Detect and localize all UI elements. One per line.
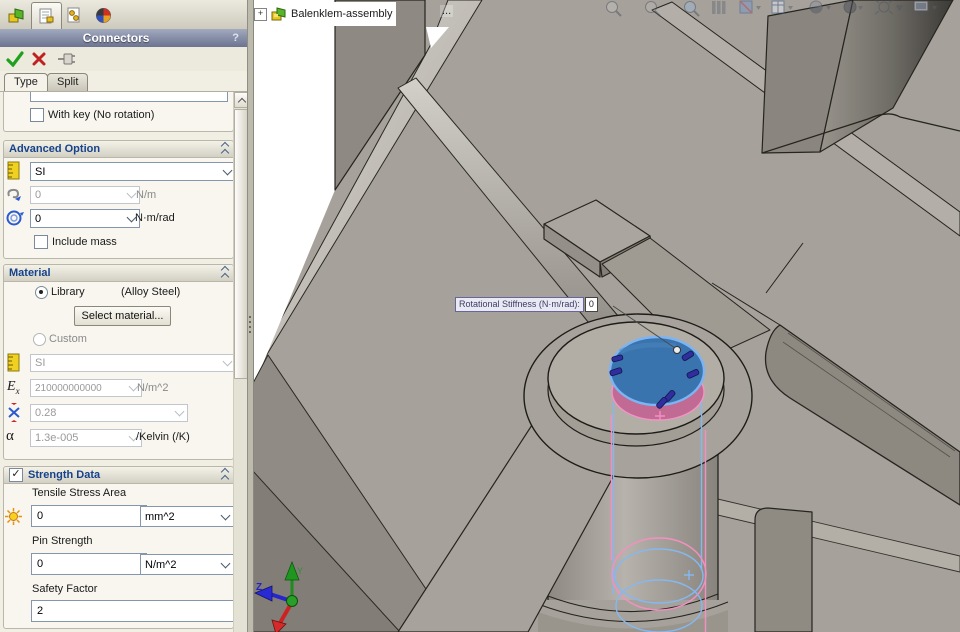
thermal-expansion-combobox: 1.3e-005 [30, 429, 142, 447]
panel-splitter[interactable] [247, 0, 254, 632]
axial-stiffness-combobox: 0 [30, 186, 140, 204]
flyout-feature-tree[interactable]: + Balenklem-assembly [254, 2, 397, 26]
elastic-modulus-value: 210000000000 [35, 382, 102, 394]
with-key-checkbox[interactable] [30, 108, 44, 122]
configurations-icon [67, 7, 80, 22]
featuremanager-tab[interactable] [2, 2, 31, 28]
material-units-combobox: SI [30, 354, 236, 372]
pin-strength-input[interactable]: 0 [31, 553, 147, 575]
tree-item-label[interactable]: Balenklem-assembly [291, 8, 392, 20]
tensile-stress-area-label: Tensile Stress Area [32, 487, 127, 499]
previous-view-icon[interactable] [712, 1, 726, 14]
strength-data-header[interactable]: ✓ Strength Data [4, 467, 233, 484]
strength-data-title: Strength Data [28, 469, 101, 481]
thermal-expansion-symbol: α [6, 428, 14, 444]
elastic-modulus-unit: N/m^2 [137, 382, 169, 394]
material-header[interactable]: Material [4, 265, 233, 282]
callout-value-field[interactable]: 0 [584, 297, 598, 312]
displaymanager-icon [96, 7, 111, 23]
propertymanager-tab[interactable] [31, 2, 62, 29]
property-manager-panel: Connectors ? Type Split With key (No rot… [0, 0, 248, 632]
help-button[interactable]: ? [232, 32, 239, 44]
rotational-stiffness-value: 0 [35, 212, 42, 225]
rotational-stiffness-icon [6, 210, 24, 226]
units-combobox[interactable]: SI [30, 162, 236, 181]
elastic-modulus-combobox: 210000000000 [30, 379, 142, 397]
rotational-stiffness-combobox[interactable]: 0 [30, 209, 140, 228]
panel-title: Connectors [82, 31, 150, 45]
safety-factor-label: Safety Factor [32, 583, 98, 595]
poisson-icon [8, 403, 20, 422]
material-units-icon [7, 353, 20, 372]
ok-button[interactable] [6, 51, 24, 67]
tab-split[interactable]: Split [47, 73, 89, 91]
features-icon [8, 7, 24, 22]
material-units-value: SI [35, 357, 46, 369]
advanced-option-title: Advanced Option [9, 143, 101, 155]
page-tab-bar: Type Split [0, 71, 247, 92]
thermal-expansion-unit: /Kelvin (/K) [136, 431, 190, 443]
collapse-icon[interactable] [220, 467, 230, 483]
units-icon [7, 161, 20, 180]
advanced-option-header[interactable]: Advanced Option [4, 141, 233, 158]
with-key-label: With key (No rotation) [48, 109, 155, 121]
assembly-icon [271, 7, 286, 21]
tree-expand-icon[interactable]: + [254, 7, 267, 21]
stiffness-callout[interactable]: Rotational Stiffness (N·m/rad): 0 [455, 297, 598, 312]
clipped-control-fragment [30, 92, 228, 102]
include-mass-label: Include mass [52, 236, 117, 248]
graphics-viewport[interactable]: Y Z [252, 0, 960, 632]
pin-strength-unit-combobox[interactable]: N/m^2 [140, 554, 234, 575]
axial-stiffness-value: 0 [35, 189, 42, 201]
solidworks-window: { "colors": { "header_grad_top": "#a2aab… [0, 0, 960, 632]
elastic-modulus-symbol: Ex [7, 379, 20, 396]
select-material-button[interactable]: Select material... [74, 306, 171, 326]
callout-anchor[interactable] [673, 346, 681, 354]
custom-label: Custom [49, 333, 87, 345]
library-label: Library [51, 286, 85, 298]
tensile-area-unit-value: mm^2 [145, 510, 175, 523]
safety-factor-input[interactable]: 2 [31, 600, 237, 622]
panel-actions [0, 47, 247, 71]
triad-z-label: Z [256, 582, 262, 593]
configurationmanager-tab[interactable] [60, 2, 89, 28]
units-value: SI [35, 165, 46, 178]
scrollbar-thumb[interactable] [234, 109, 248, 379]
tensile-stress-area-input[interactable]: 0 [31, 505, 147, 527]
axial-stiffness-unit: N/m [136, 189, 157, 201]
triad-y-label: Y [297, 566, 303, 576]
cad-model[interactable] [252, 0, 960, 632]
pin-strength-label: Pin Strength [32, 535, 93, 547]
tensile-area-icon [5, 508, 22, 525]
scrollbar-up-button[interactable] [234, 92, 248, 108]
pin-button[interactable] [56, 51, 76, 67]
collapse-icon[interactable] [220, 265, 230, 281]
rotational-stiffness-unit: N·m/rad [135, 212, 175, 224]
axial-stiffness-icon [7, 188, 21, 201]
poisson-value: 0.28 [35, 407, 57, 419]
tree-more-button[interactable]: ... [440, 5, 454, 17]
include-mass-checkbox[interactable] [34, 235, 48, 249]
displaymanager-tab[interactable] [89, 2, 118, 28]
panel-header: Connectors ? [0, 29, 247, 47]
library-value: (Alloy Steel) [121, 286, 181, 298]
thermal-expansion-value: 1.3e-005 [35, 432, 79, 444]
propertymanager-icon [39, 8, 54, 23]
strength-data-checkbox[interactable]: ✓ [9, 468, 23, 482]
poisson-combobox: 0.28 [30, 404, 188, 422]
callout-label: Rotational Stiffness (N·m/rad): [455, 297, 584, 312]
collapse-icon[interactable] [220, 141, 230, 157]
pin-strength-unit-value: N/m^2 [145, 558, 177, 571]
custom-radio[interactable] [33, 333, 46, 346]
tensile-area-unit-combobox[interactable]: mm^2 [140, 506, 234, 527]
tab-type[interactable]: Type [4, 73, 48, 91]
material-title: Material [9, 267, 51, 279]
library-radio[interactable] [35, 286, 48, 299]
cancel-button[interactable] [31, 51, 47, 67]
manager-tab-bar [0, 0, 247, 30]
panel-scrollbar[interactable] [233, 92, 248, 632]
